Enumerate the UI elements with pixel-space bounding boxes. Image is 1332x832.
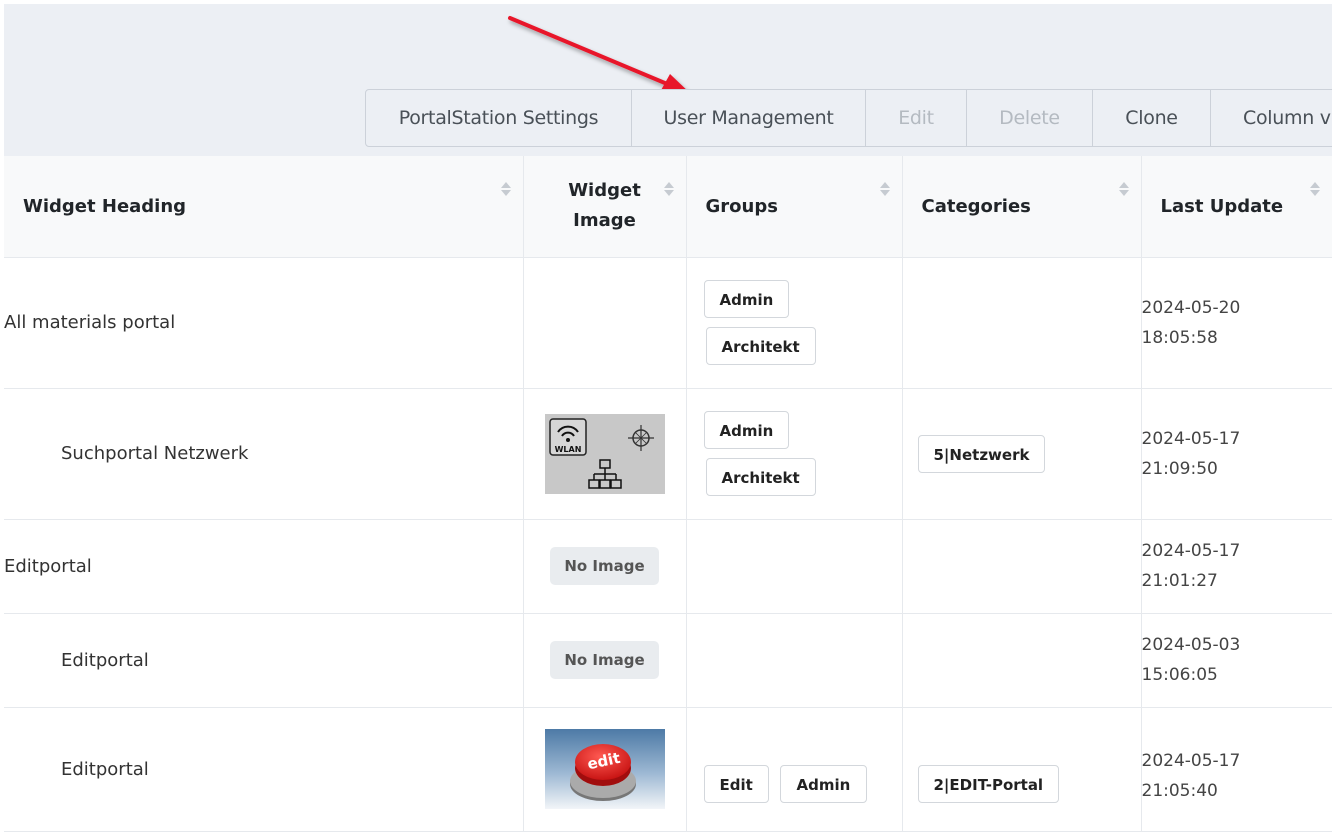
groups-cell: Admin Architekt xyxy=(686,257,902,388)
widget-heading-cell: Editportal xyxy=(4,519,523,613)
column-header-widget-image[interactable]: Widget Image xyxy=(523,156,686,257)
last-update-time: 21:09:50 xyxy=(1142,454,1332,484)
column-header-label: Widget Heading xyxy=(23,156,186,257)
widget-image-cell: No Image xyxy=(523,519,686,613)
edit-button-image: edit xyxy=(545,729,665,809)
category-badge: 2|EDIT-Portal xyxy=(918,765,1060,803)
groups-cell: Admin Architekt xyxy=(686,388,902,519)
last-update-cell: 2024-05-03 15:06:05 xyxy=(1141,613,1332,707)
widget-heading-cell: All materials portal xyxy=(4,257,523,388)
sort-icon[interactable] xyxy=(501,182,511,198)
last-update-cell: 2024-05-17 21:05:40 xyxy=(1141,707,1332,831)
categories-cell xyxy=(902,613,1141,707)
sort-icon[interactable] xyxy=(1310,182,1320,198)
group-badge: Admin xyxy=(704,280,790,318)
column-header-label: Last Update xyxy=(1161,156,1284,257)
last-update-date: 2024-05-17 xyxy=(1142,424,1332,454)
group-badge: Admin xyxy=(704,411,790,449)
widgets-table: Widget Heading Widget Image Groups Categ… xyxy=(4,156,1332,832)
column-header-categories[interactable]: Categories xyxy=(902,156,1141,257)
last-update-date: 2024-05-17 xyxy=(1142,536,1332,566)
network-image: WLAN xyxy=(545,414,665,494)
groups-cell: Edit Admin xyxy=(686,707,902,831)
table-row[interactable]: All materials portal Admin Architekt 202… xyxy=(4,257,1332,388)
widget-image-cell: WLAN xyxy=(523,388,686,519)
column-header-label: Groups xyxy=(706,156,778,257)
clone-button[interactable]: Clone xyxy=(1092,90,1210,146)
last-update-date: 2024-05-17 xyxy=(1142,746,1332,776)
column-header-label: Categories xyxy=(922,156,1031,257)
group-badge: Edit xyxy=(704,765,769,803)
table-row[interactable]: Editportal No Image 2024-05-03 15:06:05 xyxy=(4,613,1332,707)
column-visibility-button[interactable]: Column v xyxy=(1210,90,1332,146)
portalstation-settings-button[interactable]: PortalStation Settings xyxy=(366,90,631,146)
groups-cell xyxy=(686,613,902,707)
last-update-time: 15:06:05 xyxy=(1142,660,1332,690)
table-row[interactable]: Suchportal Netzwerk WLAN xyxy=(4,388,1332,519)
group-badge: Architekt xyxy=(706,458,816,496)
user-management-button[interactable]: User Management xyxy=(631,90,865,146)
column-header-last-update[interactable]: Last Update xyxy=(1141,156,1332,257)
categories-cell: 2|EDIT-Portal xyxy=(902,707,1141,831)
groups-cell xyxy=(686,519,902,613)
group-badge: Admin xyxy=(780,765,868,803)
delete-button[interactable]: Delete xyxy=(966,90,1092,146)
no-image-badge: No Image xyxy=(550,641,658,679)
last-update-date: 2024-05-03 xyxy=(1142,630,1332,660)
no-image-badge: No Image xyxy=(550,547,658,585)
widget-image-cell: No Image xyxy=(523,613,686,707)
column-header-widget-heading[interactable]: Widget Heading xyxy=(4,156,523,257)
widget-heading-cell: Editportal xyxy=(4,707,523,831)
last-update-date: 2024-05-20 xyxy=(1142,293,1332,323)
group-badge: Architekt xyxy=(706,327,816,365)
sort-icon[interactable] xyxy=(664,182,674,198)
categories-cell xyxy=(902,257,1141,388)
widget-heading-cell: Suchportal Netzwerk xyxy=(4,388,523,519)
column-header-label: Widget Image xyxy=(524,156,686,257)
last-update-cell: 2024-05-17 21:01:27 xyxy=(1141,519,1332,613)
edit-button[interactable]: Edit xyxy=(865,90,966,146)
column-header-groups[interactable]: Groups xyxy=(686,156,902,257)
wlan-label: WLAN xyxy=(554,445,581,454)
table-row[interactable]: Editportal xyxy=(4,707,1332,831)
table-header-row: Widget Heading Widget Image Groups Categ… xyxy=(4,156,1332,257)
last-update-cell: 2024-05-17 21:09:50 xyxy=(1141,388,1332,519)
widget-heading-cell: Editportal xyxy=(4,613,523,707)
table-row[interactable]: Editportal No Image 2024-05-17 21:01:27 xyxy=(4,519,1332,613)
last-update-time: 21:05:40 xyxy=(1142,776,1332,806)
widget-image-cell: edit xyxy=(523,707,686,831)
category-badge: 5|Netzwerk xyxy=(918,435,1046,473)
toolbar: PortalStation Settings User Management E… xyxy=(365,89,1332,147)
categories-cell xyxy=(902,519,1141,613)
widget-image-cell xyxy=(523,257,686,388)
categories-cell: 5|Netzwerk xyxy=(902,388,1141,519)
last-update-time: 18:05:58 xyxy=(1142,323,1332,353)
last-update-time: 21:01:27 xyxy=(1142,566,1332,596)
sort-icon[interactable] xyxy=(1119,182,1129,198)
last-update-cell: 2024-05-20 18:05:58 xyxy=(1141,257,1332,388)
sort-icon[interactable] xyxy=(880,182,890,198)
